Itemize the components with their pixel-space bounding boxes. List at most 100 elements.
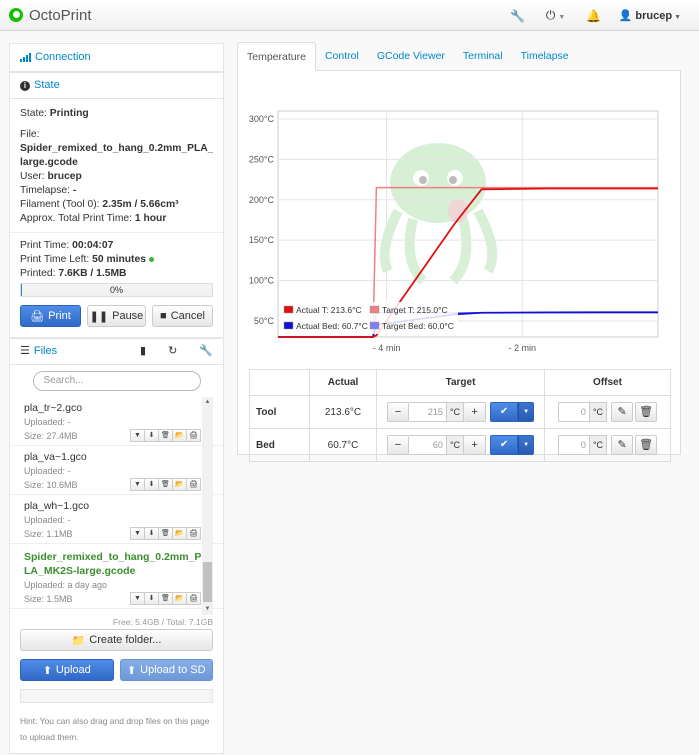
print-file-icon[interactable]: 🖨: [186, 429, 201, 442]
file-list-scrollbar[interactable]: ▲ ▼: [202, 397, 213, 615]
chevron-down-icon: ▼: [674, 14, 681, 21]
edit-offset-pencil-icon[interactable]: ✎: [611, 435, 634, 455]
reset-offset-trash-icon[interactable]: 🗑: [635, 435, 658, 455]
approx-time-value: 1 hour: [134, 213, 167, 224]
target-temp-input[interactable]: 215: [408, 402, 447, 422]
chevron-down-icon[interactable]: ▼: [130, 592, 145, 605]
file-item[interactable]: pla_wh~1.gco Uploaded: - Size: 1.1MB ▼ ⬇ 🗑…: [10, 495, 223, 544]
tab-timelapse[interactable]: Timelapse: [512, 42, 578, 70]
upload-sd-button[interactable]: ⬆ Upload to SD: [119, 659, 213, 681]
legend-label: Target T: 215.0°C: [382, 305, 448, 315]
decrease-target-button[interactable]: −: [386, 435, 409, 455]
print-time-line: Print Time: 00:04:07: [20, 239, 213, 253]
column-header-offset: Offset: [544, 369, 671, 396]
set-target-button[interactable]: ✔: [490, 402, 519, 422]
file-item[interactable]: pla_tr~2.gco Uploaded: - Size: 27.4MB ▼ ⬇…: [10, 397, 223, 446]
file-value-line1: Spider_remixed_to_hang_0.2mm_PLA_MK: [20, 142, 213, 156]
state-line: State: Printing: [20, 107, 213, 121]
legend-label: Actual T: 213.6°C: [296, 305, 362, 315]
download-icon[interactable]: ⬇: [144, 592, 159, 605]
notifications-bell-icon[interactable]: 🔔: [575, 9, 613, 23]
chevron-down-icon[interactable]: ▼: [130, 478, 145, 491]
print-button[interactable]: 🖨 Print: [20, 305, 81, 327]
scroll-down-icon[interactable]: ▼: [202, 604, 213, 615]
refresh-icon[interactable]: ↻: [168, 338, 177, 365]
folder-open-icon[interactable]: 📂: [172, 592, 187, 605]
settings-wrench-icon[interactable]: 🔧: [499, 9, 537, 23]
print-file-icon[interactable]: 🖨: [186, 592, 201, 605]
print-progress-bar: 0%: [20, 283, 213, 297]
x-tick-label: - 4 min: [373, 343, 401, 353]
trash-icon[interactable]: 🗑: [158, 592, 173, 605]
user-icon: 👤: [618, 10, 633, 22]
upload-icon: ⬆: [126, 664, 137, 677]
upload-button[interactable]: ⬆ Upload: [20, 659, 114, 681]
actual-temp: 60.7°C: [309, 428, 377, 462]
download-icon[interactable]: ⬇: [144, 527, 159, 540]
edit-offset-pencil-icon[interactable]: ✎: [611, 402, 634, 422]
increase-target-button[interactable]: +: [464, 435, 487, 455]
scroll-thumb[interactable]: [203, 562, 212, 602]
download-icon[interactable]: ⬇: [144, 429, 159, 442]
file-item-selected[interactable]: Spider_remixed_to_hang_0.2mm_P LA_MK2S-l…: [10, 544, 223, 609]
file-search-input[interactable]: Search...: [32, 371, 201, 391]
print-button-label: Print: [48, 310, 71, 322]
target-presets-dropdown[interactable]: ▼: [518, 402, 535, 422]
print-file-icon[interactable]: 🖨: [186, 527, 201, 540]
navbar: OctoPrint 🔧 ⏻ ▼ 🔔 👤 brucep ▼: [0, 0, 699, 31]
user-menu[interactable]: 👤 brucep ▼: [613, 9, 699, 22]
chevron-down-icon[interactable]: ▼: [130, 429, 145, 442]
wrench-icon[interactable]: 🔧: [199, 338, 213, 365]
target-temp-input[interactable]: 60: [408, 435, 447, 455]
target-presets-dropdown[interactable]: ▼: [518, 435, 535, 455]
time-left-key: Print Time Left:: [20, 254, 90, 265]
trash-icon[interactable]: 🗑: [158, 478, 173, 491]
create-folder-button[interactable]: 📁 Create folder...: [20, 629, 213, 651]
file-list: pla_tr~2.gco Uploaded: - Size: 27.4MB ▼ ⬇…: [10, 397, 223, 615]
tab-terminal[interactable]: Terminal: [454, 42, 512, 70]
offset-input[interactable]: 0: [557, 435, 590, 455]
offset-input[interactable]: 0: [557, 402, 590, 422]
folder-open-icon[interactable]: 📂: [172, 478, 187, 491]
info-icon: i: [20, 80, 30, 91]
tab-control[interactable]: Control: [316, 42, 368, 70]
download-icon[interactable]: ⬇: [144, 478, 159, 491]
approx-time-key: Approx. Total Print Time:: [20, 213, 132, 224]
scroll-up-icon[interactable]: ▲: [202, 397, 213, 408]
file-name: pla_va~1.gco: [24, 451, 87, 463]
approx-time-line: Approx. Total Print Time: 1 hour: [20, 212, 213, 226]
files-label: Files: [33, 345, 58, 357]
target-control: − 215 °C + ✔ ▼: [378, 402, 543, 422]
file-uploaded: Uploaded: -: [24, 466, 71, 476]
folder-open-icon[interactable]: 📂: [172, 527, 187, 540]
file-item[interactable]: pla_va~1.gco Uploaded: - Size: 10.6MB ▼ ⬇…: [10, 446, 223, 495]
cancel-button[interactable]: ■ Cancel: [152, 305, 213, 327]
trash-icon[interactable]: 🗑: [158, 429, 173, 442]
drag-drop-hint: Hint: You can also drag and drop files o…: [20, 716, 210, 742]
decrease-target-button[interactable]: −: [386, 402, 409, 422]
power-menu[interactable]: ⏻ ▼: [537, 8, 575, 23]
chevron-down-icon[interactable]: ▼: [130, 527, 145, 540]
reset-offset-trash-icon[interactable]: 🗑: [635, 402, 658, 422]
file-name-line1: Spider_remixed_to_hang_0.2mm_P: [24, 551, 202, 563]
tab-temperature[interactable]: Temperature: [237, 42, 316, 71]
brand[interactable]: OctoPrint: [9, 6, 92, 24]
tab-gcode-viewer[interactable]: GCode Viewer: [368, 42, 454, 70]
files-header[interactable]: ☰ Files ▮ ↻ 🔧: [10, 338, 223, 365]
pause-button[interactable]: ❚❚ Pause: [86, 305, 146, 327]
print-file-icon[interactable]: 🖨: [186, 478, 201, 491]
state-header[interactable]: i State: [10, 72, 223, 99]
time-left-line: Print Time Left: 50 minutes: [20, 253, 213, 267]
increase-target-button[interactable]: +: [464, 402, 487, 422]
create-folder-label: Create folder...: [89, 634, 162, 646]
connection-header[interactable]: Connection: [10, 44, 223, 71]
legend-label: Target Bed: 60.0°C: [382, 321, 454, 331]
new-file-icon[interactable]: ▮: [140, 338, 146, 365]
target-unit: °C: [446, 435, 465, 455]
connection-panel: Connection: [9, 43, 224, 72]
set-target-button[interactable]: ✔: [490, 435, 519, 455]
folder-open-icon[interactable]: 📂: [172, 429, 187, 442]
state-key: State:: [20, 108, 47, 119]
trash-icon[interactable]: 🗑: [158, 527, 173, 540]
printer-icon: 🖨: [30, 310, 45, 323]
